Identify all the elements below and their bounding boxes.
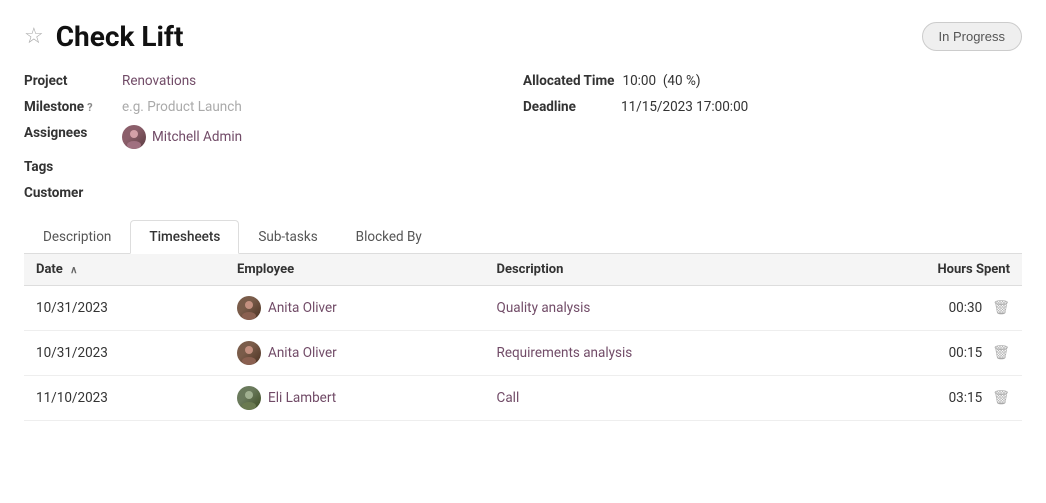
avatar bbox=[237, 296, 261, 320]
cell-date-2: 11/10/2023 bbox=[24, 376, 225, 421]
tab-description[interactable]: Description bbox=[24, 220, 130, 254]
sort-date-icon: ∧ bbox=[70, 265, 77, 276]
avatar bbox=[122, 125, 146, 149]
milestone-help-icon[interactable]: ? bbox=[87, 101, 92, 114]
project-label: Project bbox=[24, 73, 114, 89]
status-badge[interactable]: In Progress bbox=[922, 22, 1022, 51]
table-row: 11/10/2023 Eli Lambert Call 03:15 🗑 bbox=[24, 376, 1022, 421]
assignees-label: Assignees bbox=[24, 125, 114, 141]
col-date[interactable]: Date ∧ bbox=[24, 254, 225, 286]
cell-description-1: Requirements analysis bbox=[485, 331, 820, 376]
cell-hours-0: 00:30 🗑 bbox=[820, 286, 1022, 331]
page-title: Check Lift bbox=[56, 20, 184, 53]
col-employee: Employee bbox=[225, 254, 484, 286]
cell-description-0: Quality analysis bbox=[485, 286, 820, 331]
timesheets-table: Date ∧ Employee Description Hours Spent … bbox=[24, 254, 1022, 421]
allocated-time-value: 10:00 (40 %) bbox=[622, 73, 700, 89]
tags-row: Tags bbox=[24, 159, 523, 175]
tab-timesheets[interactable]: Timesheets bbox=[130, 220, 239, 254]
employee-name[interactable]: Anita Oliver bbox=[268, 345, 337, 361]
table-row: 10/31/2023 Anita Oliver Requirements ana… bbox=[24, 331, 1022, 376]
project-value[interactable]: Renovations bbox=[122, 73, 196, 89]
assignee-value[interactable]: Mitchell Admin bbox=[122, 125, 242, 149]
tabs: Description Timesheets Sub-tasks Blocked… bbox=[24, 219, 1022, 253]
milestone-row: Milestone ? e.g. Product Launch bbox=[24, 99, 523, 115]
deadline-value: 11/15/2023 17:00:00 bbox=[621, 99, 748, 115]
deadline-label: Deadline bbox=[523, 99, 613, 115]
customer-row: Customer bbox=[24, 185, 523, 201]
description-value[interactable]: Quality analysis bbox=[497, 300, 591, 316]
meta-left: Project Renovations Milestone ? e.g. Pro… bbox=[24, 73, 523, 201]
hours-value: 00:15 bbox=[949, 345, 983, 361]
cell-employee-1: Anita Oliver bbox=[225, 331, 484, 376]
milestone-label: Milestone ? bbox=[24, 99, 114, 115]
meta-right: Allocated Time 10:00 (40 %) Deadline 11/… bbox=[523, 73, 1022, 201]
cell-employee-0: Anita Oliver bbox=[225, 286, 484, 331]
cell-date-1: 10/31/2023 bbox=[24, 331, 225, 376]
meta-section: Project Renovations Milestone ? e.g. Pro… bbox=[24, 73, 1022, 201]
col-description: Description bbox=[485, 254, 820, 286]
assignee-name[interactable]: Mitchell Admin bbox=[152, 129, 242, 145]
avatar bbox=[237, 386, 261, 410]
employee-name[interactable]: Anita Oliver bbox=[268, 300, 337, 316]
customer-label: Customer bbox=[24, 185, 114, 201]
tab-subtasks[interactable]: Sub-tasks bbox=[239, 220, 336, 254]
table-header-row: Date ∧ Employee Description Hours Spent bbox=[24, 254, 1022, 286]
table-row: 10/31/2023 Anita Oliver Quality analysis… bbox=[24, 286, 1022, 331]
milestone-value[interactable]: e.g. Product Launch bbox=[122, 99, 242, 115]
cell-hours-2: 03:15 🗑 bbox=[820, 376, 1022, 421]
cell-employee-2: Eli Lambert bbox=[225, 376, 484, 421]
deadline-row: Deadline 11/15/2023 17:00:00 bbox=[523, 99, 1022, 115]
description-value[interactable]: Requirements analysis bbox=[497, 345, 633, 361]
allocated-time-row: Allocated Time 10:00 (40 %) bbox=[523, 73, 1022, 89]
cell-hours-1: 00:15 🗑 bbox=[820, 331, 1022, 376]
delete-icon[interactable]: 🗑 bbox=[992, 345, 1010, 361]
description-value[interactable]: Call bbox=[497, 390, 520, 406]
cell-date-0: 10/31/2023 bbox=[24, 286, 225, 331]
hours-value: 00:30 bbox=[949, 300, 983, 316]
page-header: ☆ Check Lift In Progress bbox=[24, 20, 1022, 53]
table-section: Date ∧ Employee Description Hours Spent … bbox=[24, 254, 1022, 421]
title-area: ☆ Check Lift bbox=[24, 20, 183, 53]
favorite-icon[interactable]: ☆ bbox=[24, 26, 44, 48]
assignees-row: Assignees Mitchell Admin bbox=[24, 125, 523, 149]
project-row: Project Renovations bbox=[24, 73, 523, 89]
avatar bbox=[237, 341, 261, 365]
tags-label: Tags bbox=[24, 159, 114, 175]
employee-name[interactable]: Eli Lambert bbox=[268, 390, 336, 406]
hours-value: 03:15 bbox=[949, 390, 983, 406]
col-hours: Hours Spent bbox=[820, 254, 1022, 286]
delete-icon[interactable]: 🗑 bbox=[992, 300, 1010, 316]
cell-description-2: Call bbox=[485, 376, 820, 421]
tabs-section: Description Timesheets Sub-tasks Blocked… bbox=[24, 219, 1022, 254]
delete-icon[interactable]: 🗑 bbox=[992, 390, 1010, 406]
tab-blockedby[interactable]: Blocked By bbox=[337, 220, 441, 254]
allocated-time-label: Allocated Time bbox=[523, 73, 614, 89]
